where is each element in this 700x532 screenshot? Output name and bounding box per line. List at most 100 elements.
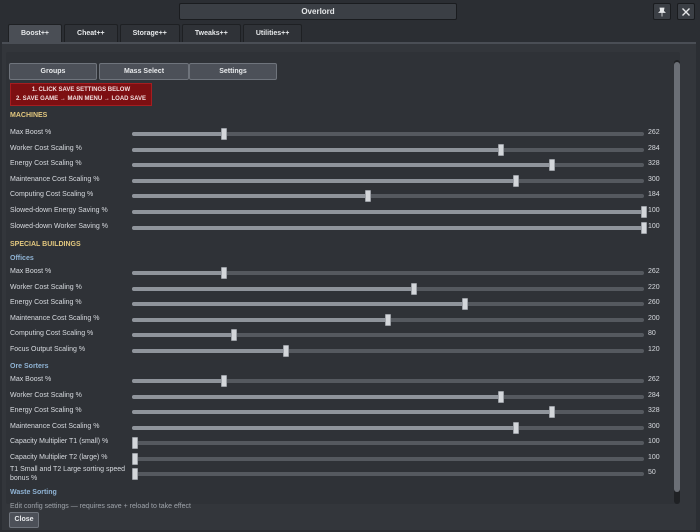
settings-button[interactable]: Settings (189, 63, 277, 80)
close-window-button[interactable] (677, 3, 695, 20)
setting-row: Computing Cost Scaling % 184 (10, 190, 660, 203)
slider-fill (132, 225, 644, 230)
setting-value: 284 (648, 391, 660, 399)
footer-note: Edit config settings — requires save + r… (10, 503, 191, 510)
slider-thumb[interactable] (641, 221, 647, 234)
slider-fill (132, 394, 501, 399)
setting-row: Maintenance Cost Scaling % 300 (10, 421, 660, 434)
setting-value: 262 (648, 129, 660, 136)
setting-slider[interactable] (132, 206, 647, 218)
slider-thumb[interactable] (513, 174, 519, 187)
mass-select-button[interactable]: Mass Select (99, 63, 189, 80)
scrollbar[interactable] (674, 60, 680, 504)
slider-thumb[interactable] (497, 390, 504, 403)
slider-thumb[interactable] (461, 298, 468, 310)
setting-slider[interactable] (132, 390, 644, 403)
setting-slider[interactable] (132, 313, 644, 326)
setting-slider[interactable] (132, 375, 644, 387)
setting-slider[interactable] (132, 421, 644, 434)
pin-button[interactable] (653, 3, 671, 20)
slider-thumb[interactable] (221, 128, 228, 140)
slider-fill (132, 286, 414, 291)
setting-slider[interactable] (132, 143, 644, 156)
setting-slider[interactable] (132, 406, 644, 418)
setting-label: Slowed-down Energy Saving % (10, 207, 108, 214)
setting-slider[interactable] (132, 437, 644, 449)
tab-tweaks[interactable]: Tweaks++ (181, 24, 241, 42)
slider-thumb[interactable] (132, 452, 138, 465)
slider-thumb[interactable] (221, 375, 228, 387)
setting-value: 200 (648, 314, 660, 322)
slider-thumb[interactable] (410, 282, 417, 295)
setting-value: 80 (648, 330, 656, 337)
setting-label: Maintenance Cost Scaling % (10, 422, 100, 430)
tab-cheat[interactable]: Cheat++ (64, 24, 118, 42)
setting-slider[interactable] (132, 128, 644, 140)
setting-row: Maintenance Cost Scaling % 200 (10, 313, 660, 326)
slider-thumb[interactable] (132, 437, 138, 449)
setting-slider[interactable] (132, 298, 644, 310)
slider-fill (132, 425, 516, 430)
setting-label: Focus Output Scaling % (10, 345, 86, 353)
setting-slider[interactable] (132, 282, 644, 295)
slider-thumb[interactable] (497, 143, 504, 156)
setting-slider[interactable] (132, 190, 644, 203)
groups-button[interactable]: Groups (9, 63, 97, 80)
slider-fill (132, 348, 286, 353)
setting-slider[interactable] (132, 468, 644, 480)
setting-row: Worker Cost Scaling % 220 (10, 282, 660, 295)
slider-thumb[interactable] (364, 190, 371, 203)
warning-banner: 1. CLICK SAVE SETTINGS BELOW 2. SAVE GAM… (10, 83, 152, 106)
slider-fill (132, 317, 388, 322)
setting-slider[interactable] (132, 159, 644, 172)
scrollbar-thumb[interactable] (674, 62, 680, 492)
slider-thumb[interactable] (132, 468, 138, 480)
slider-thumb[interactable] (385, 313, 391, 326)
slider-thumb[interactable] (513, 421, 519, 434)
tab-boost[interactable]: Boost++ (8, 24, 63, 42)
content-panel: Groups Mass Select Settings 1. CLICK SAV… (2, 42, 696, 530)
slider-thumb[interactable] (282, 344, 289, 357)
setting-row: Worker Cost Scaling % 284 (10, 390, 660, 403)
setting-slider[interactable] (132, 267, 644, 279)
setting-label: Slowed-down Worker Saving % (10, 222, 108, 230)
warning-line-2: 2. SAVE GAME → MAIN MENU → LOAD SAVE (15, 96, 147, 102)
setting-label: Energy Cost Scaling % (10, 160, 82, 168)
setting-slider[interactable] (132, 452, 644, 465)
setting-label: Capacity Multiplier T1 (small) % (10, 438, 109, 445)
window-title: Overlord (179, 3, 457, 20)
tab-storage[interactable]: Storage++ (119, 24, 180, 42)
slider-fill (132, 178, 516, 183)
setting-label: Worker Cost Scaling % (10, 391, 82, 399)
slider-thumb[interactable] (231, 329, 238, 341)
setting-slider[interactable] (132, 221, 647, 234)
setting-slider[interactable] (132, 329, 644, 341)
setting-row: Max Boost % 262 (10, 267, 660, 279)
setting-value: 120 (648, 345, 660, 353)
tab-utilities[interactable]: Utilities++ (242, 24, 303, 42)
setting-label: Computing Cost Scaling % (10, 191, 94, 199)
setting-value: 100 (648, 438, 660, 445)
setting-row: Energy Cost Scaling % 328 (10, 406, 660, 418)
close-button[interactable]: Close (9, 512, 39, 528)
setting-row: Energy Cost Scaling % 328 (10, 159, 660, 172)
slider-fill (132, 302, 465, 306)
setting-slider[interactable] (132, 174, 644, 187)
setting-value: 260 (648, 299, 660, 306)
slider-thumb[interactable] (641, 206, 647, 218)
slider-thumb[interactable] (221, 267, 228, 279)
setting-label: Capacity Multiplier T2 (large) % (10, 453, 108, 461)
slider-thumb[interactable] (548, 406, 555, 418)
setting-row: Maintenance Cost Scaling % 300 (10, 174, 660, 187)
setting-slider[interactable] (132, 344, 644, 357)
setting-label: Worker Cost Scaling % (10, 283, 82, 291)
setting-label: Computing Cost Scaling % (10, 330, 94, 337)
slider-thumb[interactable] (548, 159, 555, 172)
setting-label: Energy Cost Scaling % (10, 299, 82, 306)
setting-label: Energy Cost Scaling % (10, 407, 82, 414)
setting-row: Focus Output Scaling % 120 (10, 344, 660, 357)
slider-fill (132, 163, 552, 168)
subsection-title-offices: Offices (10, 255, 34, 262)
setting-value: 100 (648, 222, 660, 230)
slider-fill (132, 271, 225, 275)
